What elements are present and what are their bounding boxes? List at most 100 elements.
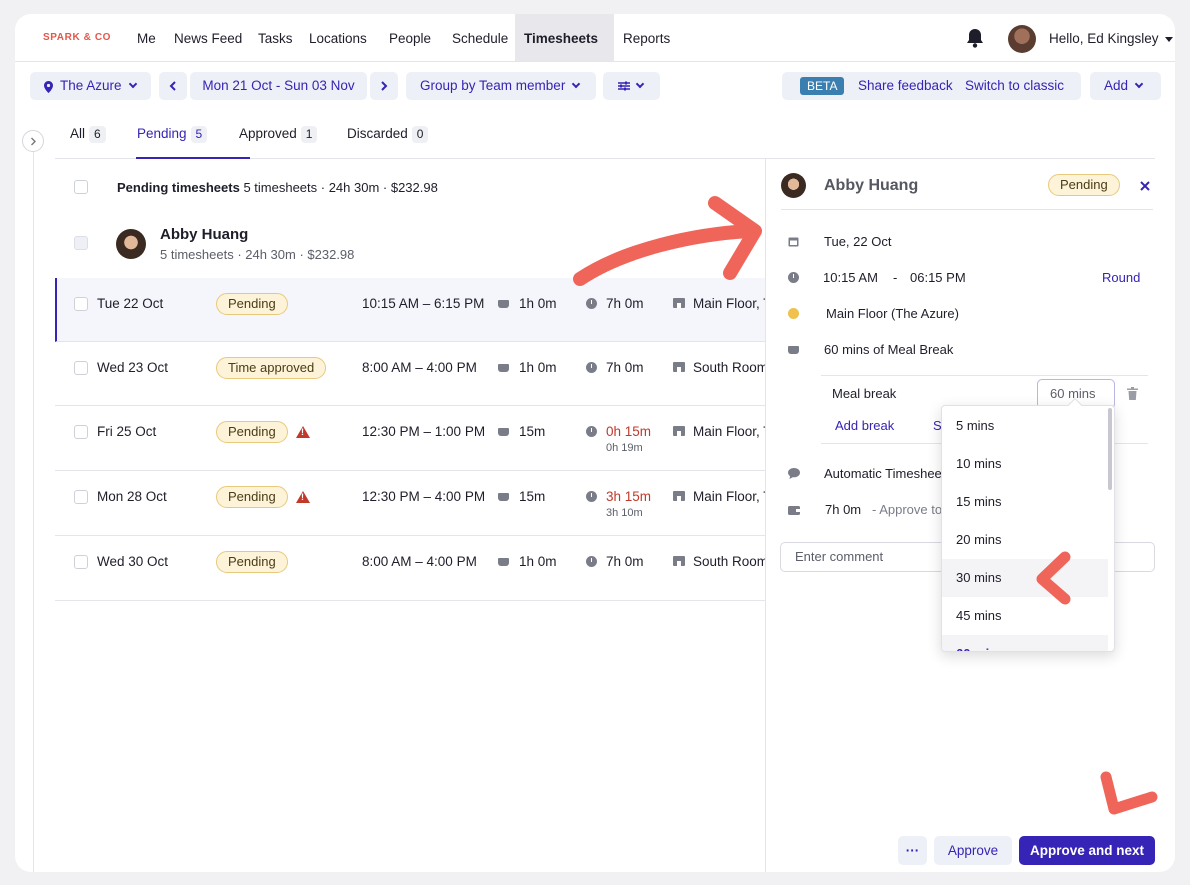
chevron-right-icon [31,137,36,146]
top-nav: SPARK & CO Me News Feed Tasks Locations … [15,14,1175,91]
sidebar-divider [33,152,34,872]
row-break: 1h 0m [519,360,557,375]
store-icon [673,426,685,436]
tab-all[interactable]: All 6 [70,126,106,143]
row-location: Main Floor, T [693,424,772,439]
row-checkbox[interactable] [74,361,88,375]
close-icon[interactable] [1140,181,1150,191]
more-options-button[interactable]: ··· [898,836,927,865]
location-label: The Azure [60,78,122,93]
panel-location: Main Floor (The Azure) [826,306,959,321]
clock-icon [788,272,799,283]
store-icon [673,491,685,501]
group-by-dropdown[interactable]: Group by Team member [406,72,596,100]
switch-classic-link[interactable]: Switch to classic [965,72,1064,100]
panel-status-badge: Pending [1048,174,1120,196]
row-break: 1h 0m [519,296,557,311]
row-location: South Room, [693,360,772,375]
tab-count: 1 [300,126,318,143]
add-button[interactable]: Add [1090,72,1161,100]
calendar-icon [788,237,799,247]
dropdown-option[interactable]: 45 mins [942,597,1108,635]
nav-reports[interactable]: Reports [614,14,679,61]
nav-schedule[interactable]: Schedule [443,14,517,61]
nav-tasks[interactable]: Tasks [249,14,302,61]
approve-button[interactable]: Approve [934,836,1012,865]
feedback-bar: BETA Share feedback Switch to classic [782,72,1081,100]
store-icon [673,556,685,566]
chevron-right-icon [381,81,388,91]
clock-icon [586,556,597,567]
row-checkbox[interactable] [74,425,88,439]
row-break: 1h 0m [519,554,557,569]
share-feedback-link[interactable]: Share feedback [858,72,953,100]
filter-dropdown[interactable] [603,72,660,100]
tab-pending[interactable]: Pending 5 [137,126,208,143]
row-break: 15m [519,489,546,504]
panel-avatar [781,173,806,198]
employee-checkbox[interactable] [74,236,88,250]
tab-label: All [70,126,86,141]
auto-timesheet-note: Automatic Timeshee [824,466,942,481]
chevron-down-icon [635,79,645,89]
next-period-button[interactable] [370,72,398,100]
nav-me[interactable]: Me [128,14,165,61]
location-selector[interactable]: The Azure [30,72,151,100]
table-row[interactable]: Wed 30 Oct Pending 8:00 AM – 4:00 PM 1h … [55,536,772,601]
dropdown-scrollbar[interactable] [1108,408,1112,490]
status-badge: Pending [216,551,288,573]
bell-icon[interactable] [965,27,985,49]
row-checkbox[interactable] [74,490,88,504]
nav-locations[interactable]: Locations [300,14,376,61]
nav-news-feed[interactable]: News Feed [165,14,251,61]
sidebar-toggle[interactable] [22,130,44,152]
annotation-check-icon [1100,771,1158,815]
panel-date: Tue, 22 Oct [824,234,892,249]
dropdown-option[interactable]: 10 mins [942,445,1108,483]
table-row[interactable]: Mon 28 Oct Pending 12:30 PM – 4:00 PM 15… [55,471,772,536]
dropdown-option[interactable]: 5 mins [942,407,1108,445]
table-row[interactable]: Fri 25 Oct Pending 12:30 PM – 1:00 PM 15… [55,406,772,471]
dropdown-option-hovered[interactable]: 30 mins [942,559,1108,597]
nav-people[interactable]: People [380,14,440,61]
warning-icon [296,426,310,438]
approve-and-next-button[interactable]: Approve and next [1019,836,1155,865]
tab-label: Discarded [347,126,408,141]
nav-timesheets[interactable]: Timesheets [515,14,614,91]
tab-discarded[interactable]: Discarded 0 [347,126,429,143]
prev-period-button[interactable] [159,72,187,100]
break-section-divider [821,375,1148,376]
select-all-checkbox[interactable] [74,180,88,194]
panel-break-summary: 60 mins of Meal Break [824,342,954,357]
row-break: 15m [519,424,546,439]
row-location: Main Floor, T [693,296,772,311]
panel-start-time[interactable]: 10:15 AM [823,270,878,285]
row-location: South Room, [693,554,772,569]
table-row[interactable]: Wed 23 Oct Time approved 8:00 AM – 4:00 … [55,342,772,406]
row-time: 8:00 AM – 4:00 PM [362,554,477,569]
panel-end-time[interactable]: 06:15 PM [910,270,966,285]
chevron-down-icon [128,79,137,89]
tab-count: 6 [89,126,106,143]
app-window: SPARK & CO Me News Feed Tasks Locations … [15,14,1175,872]
beta-badge: BETA [800,77,845,95]
location-dot-icon [788,308,799,319]
date-range[interactable]: Mon 21 Oct - Sun 03 Nov [190,72,367,100]
row-time: 10:15 AM – 6:15 PM [362,296,485,311]
row-checkbox[interactable] [74,555,88,569]
dropdown-option[interactable]: 15 mins [942,483,1108,521]
round-link[interactable]: Round [1102,270,1140,285]
user-menu[interactable]: Hello, Ed Kingsley [1049,31,1173,46]
time-separator: - [893,270,898,285]
add-break-button[interactable]: Add break [835,418,894,433]
trash-icon[interactable] [1127,387,1138,400]
row-checkbox[interactable] [74,297,88,311]
status-badge: Pending [216,293,288,315]
dropdown-option[interactable]: 20 mins [942,521,1108,559]
dropdown-option-selected[interactable]: 60 mins [942,635,1108,651]
break-duration-dropdown: 5 mins 10 mins 15 mins 20 mins 30 mins 4… [941,405,1115,652]
clock-icon [586,491,597,502]
user-avatar[interactable] [1008,25,1036,53]
row-time: 12:30 PM – 1:00 PM [362,424,486,439]
tab-approved[interactable]: Approved 1 [239,126,318,143]
